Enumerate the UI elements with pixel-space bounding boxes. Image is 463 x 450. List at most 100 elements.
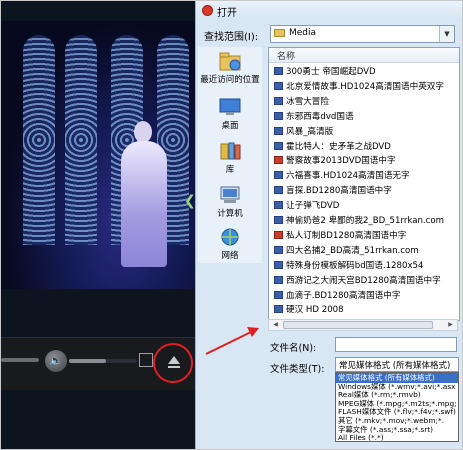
file-row[interactable]: 硬汉 HD 2008 — [269, 302, 459, 316]
file-name: 血滴子.BD1280高清国语中字 — [286, 290, 401, 301]
screenshot: ❮ 🔈 打开 查找范围(I): Media ▼ 最近访问的位置 桌面 库 计算机… — [0, 0, 463, 450]
file-row[interactable]: 警察故事2013DVD国语中字 — [269, 153, 459, 167]
open-file-dialog: 打开 查找范围(I): Media ▼ 最近访问的位置 桌面 库 计算机 网络 … — [195, 1, 462, 449]
desktop-icon — [219, 98, 241, 115]
video-file-icon — [274, 201, 283, 210]
video-file-icon — [274, 67, 283, 75]
recent-places-icon — [219, 52, 241, 71]
horizontal-scrollbar[interactable]: ◀ ▶ — [268, 319, 458, 331]
video-file-icon — [274, 275, 283, 284]
file-name: 警察故事2013DVD国语中字 — [286, 156, 396, 167]
file-name: 风暴_高清版 — [286, 126, 334, 137]
place-label: 库 — [225, 165, 235, 175]
scroll-right-icon[interactable]: ▶ — [445, 320, 456, 330]
video-file-icon — [274, 260, 283, 269]
eject-icon — [168, 356, 180, 364]
file-row[interactable]: 300勇士 帝国崛起DVD — [269, 64, 459, 78]
folder-icon — [274, 29, 285, 37]
place-label: 网络 — [221, 251, 239, 261]
video-file-icon — [274, 81, 283, 90]
volume-slider-fill — [69, 359, 107, 363]
network-icon — [221, 228, 239, 246]
place-label: 最近访问的位置 — [200, 75, 260, 85]
filename-label: 文件名(N): — [270, 343, 317, 354]
chevron-down-icon[interactable]: ▼ — [439, 26, 454, 42]
file-name: 东邪西毒dvd国语 — [286, 111, 354, 122]
place-recent[interactable]: 最近访问的位置 — [198, 51, 262, 85]
video-file-icon — [274, 171, 283, 180]
file-row[interactable]: 四大名捕2_BD高清_51rrkan.com — [269, 243, 459, 257]
eject-icon-bar — [168, 366, 180, 368]
file-row[interactable]: 西游记之大闹天宫BD1280高清国语中字 — [269, 273, 459, 287]
video-file-icon — [274, 156, 283, 165]
file-row[interactable]: 让子弹飞DVD — [269, 198, 459, 212]
file-name: 四大名捕2_BD高清_51rrkan.com — [286, 245, 419, 256]
filename-input[interactable] — [335, 337, 457, 352]
file-name: 300勇士 帝国崛起DVD — [286, 67, 376, 77]
file-name: 硬汉 HD 2008 — [286, 305, 344, 316]
video-file-icon — [274, 305, 283, 314]
file-name: 让子弹飞DVD — [286, 201, 340, 212]
file-row[interactable]: 风暴_高清版 — [269, 124, 459, 138]
file-row[interactable]: 盲探.BD1280高清国语中字 — [269, 183, 459, 197]
file-row[interactable]: 血滴子.BD1280高清国语中字 — [269, 288, 459, 302]
filetype-selected-value: 常见媒体格式 (所有媒体格式) — [339, 361, 451, 371]
file-name: 神偷奶爸2 卑鄙的我2_BD_51rrkan.com — [286, 216, 444, 226]
place-label: 计算机 — [217, 209, 243, 219]
fullscreen-icon[interactable] — [139, 353, 153, 367]
libraries-icon — [220, 142, 241, 160]
file-name: 西游记之大闹天宫BD1280高清国语中字 — [286, 275, 441, 286]
file-row[interactable]: 东邪西毒dvd国语 — [269, 109, 459, 123]
look-in-label: 查找范围(I): — [204, 32, 259, 43]
decorative-screen — [23, 35, 55, 245]
column-header-label: 名称 — [277, 52, 296, 62]
file-row[interactable]: 私人订制BD1280高清国语中字 — [269, 228, 459, 242]
file-row[interactable]: 冰雪大冒险 — [269, 94, 459, 108]
progress-bar[interactable] — [1, 358, 39, 362]
place-computer[interactable]: 计算机 — [198, 185, 262, 219]
column-header-name[interactable]: 名称 — [269, 48, 459, 63]
place-desktop[interactable]: 桌面 — [198, 97, 262, 131]
file-name: 私人订制BD1280高清国语中字 — [286, 230, 407, 241]
filetype-label: 文件类型(T): — [270, 364, 325, 375]
volume-icon[interactable]: 🔈 — [45, 350, 67, 372]
eject-button[interactable] — [153, 343, 193, 383]
look-in-value: Media — [289, 28, 317, 38]
scroll-left-icon[interactable]: ◀ — [270, 320, 281, 330]
file-name: 六福喜事.HD1024高清国语无字 — [286, 171, 410, 182]
video-file-icon — [274, 186, 283, 195]
video-file-icon — [274, 245, 283, 254]
file-row[interactable]: 北京爱情故事.HD1024高清国语中英双字 — [269, 79, 459, 93]
file-row[interactable]: 六福喜事.HD1024高清国语无字 — [269, 168, 459, 182]
look-in-select[interactable]: Media ▼ — [270, 25, 455, 43]
app-icon — [202, 5, 213, 16]
filetype-option[interactable]: All Files (*.*) — [336, 433, 458, 441]
file-row[interactable]: 霍比特人：史矛革之战DVD — [269, 139, 459, 153]
figure-body — [121, 141, 167, 267]
place-network[interactable]: 网络 — [198, 227, 262, 261]
file-row[interactable]: 特殊身份模板解码bd国语.1280x54 — [269, 258, 459, 272]
filetype-select[interactable]: 常见媒体格式 (所有媒体格式) — [335, 357, 459, 372]
video-file-icon — [274, 126, 283, 135]
place-libraries[interactable]: 库 — [198, 141, 262, 175]
file-name: 特殊身份模板解码bd国语.1280x54 — [286, 260, 424, 271]
file-name: 霍比特人：史矛革之战DVD — [286, 141, 391, 152]
video-frame[interactable] — [1, 21, 201, 289]
figure-head — [134, 121, 152, 143]
video-file-icon — [274, 96, 283, 105]
video-file-icon — [274, 111, 283, 120]
dialog-title: 打开 — [217, 8, 237, 19]
computer-icon — [220, 186, 240, 203]
file-list[interactable]: 名称 300勇士 帝国崛起DVD 北京爱情故事.HD1024高清国语中英双字 冰雪大… — [268, 47, 460, 321]
scrollbar-thumb[interactable] — [283, 321, 433, 329]
dialog-title-bar[interactable]: 打开 — [196, 1, 462, 21]
file-name: 冰雪大冒险 — [286, 96, 329, 107]
video-file-icon — [274, 216, 283, 224]
collapse-arrow-icon[interactable]: ❮ — [184, 193, 196, 209]
file-name: 北京爱情故事.HD1024高清国语中英双字 — [286, 81, 444, 92]
file-name: 盲探.BD1280高清国语中字 — [286, 186, 392, 197]
filetype-dropdown-list[interactable]: 常见媒体格式 (所有媒体格式) Windows媒体 (*.wmv;*.avi;*.… — [335, 372, 459, 442]
file-row[interactable]: 神偷奶爸2 卑鄙的我2_BD_51rrkan.com — [269, 213, 459, 227]
video-file-icon — [274, 141, 283, 150]
place-label: 桌面 — [221, 121, 239, 131]
